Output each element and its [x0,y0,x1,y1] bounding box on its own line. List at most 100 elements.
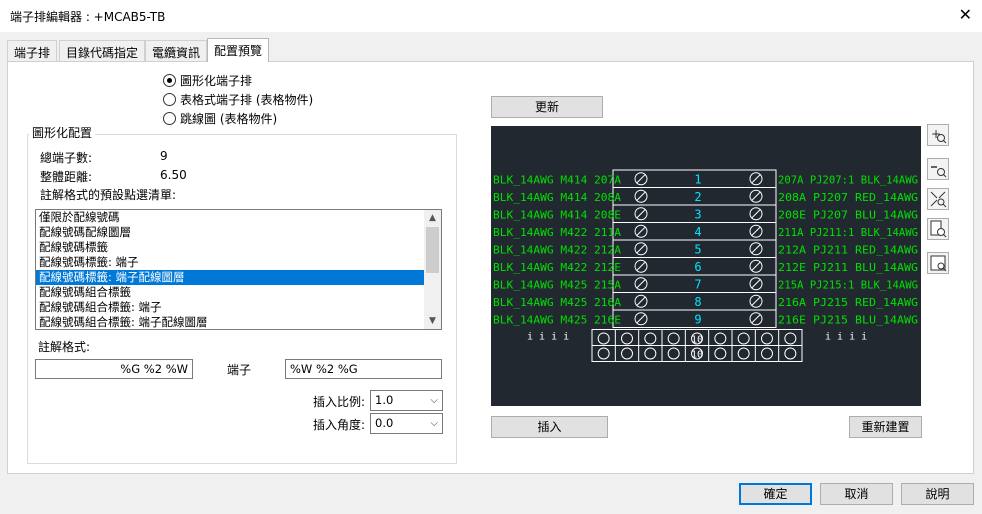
screw-slot [751,314,761,324]
radio-indicator[interactable] [163,73,176,87]
radio-tabular[interactable]: 表格式端子排 (表格物件) [163,90,313,108]
update-button[interactable]: 更新 [491,96,603,118]
side-view-screw [761,332,773,345]
list-item[interactable]: 配線號碼標籤 [36,240,424,255]
close-icon[interactable]: ✕ [959,5,972,24]
insert-scale-label: 插入比例: [313,395,366,409]
annotation-center-label: 端子 [226,363,251,377]
total-terminals-value: 9 [160,149,168,163]
terminal-number: 4 [694,225,701,239]
annotation-left-field[interactable]: %G %2 %W [35,359,193,379]
wire-label-left: BLK_14AWG M425 216E [493,313,621,326]
terminal-preview: 1 BLK_14AWG M414 207A 207A PJ207:1 BLK_14A… [491,126,921,406]
insert-scale-combo[interactable]: 1.0 ⌵ [370,390,443,411]
screw-slot [751,191,761,201]
zoom-out-icon[interactable] [927,158,949,180]
total-terminals-label: 總端子數: [40,151,93,165]
chevron-down-icon[interactable]: ⌵ [430,414,438,433]
wire-label-right: 215A PJ215:1 BLK_14AWG [778,278,918,291]
tab-cable-info[interactable]: 電纜資訊 [145,40,208,62]
insert-angle-combo[interactable]: 0.0 ⌵ [370,413,443,434]
chevron-down-icon[interactable]: ⌵ [430,391,438,410]
window-title: 端子排編輯器 : +MCAB5-TB [10,10,166,24]
terminal-number: 9 [694,312,701,326]
wire-label-left: BLK_14AWG M425 215A [493,278,621,291]
help-button[interactable]: 說明 [901,483,974,505]
list-item[interactable]: 配線號碼配線圖層 [36,225,424,240]
zoom-in-icon[interactable]: + [927,124,949,146]
screw-slot [636,191,646,201]
wire-label-right: 216A PJ215 RED_14AWG [778,296,918,309]
screw-slot [751,244,761,254]
wire-label-right: 208A PJ207 RED_14AWG [778,191,918,204]
screw-slot [636,209,646,219]
side-view-screw [667,332,680,345]
list-item[interactable]: 配線號碼組合標籤 [36,285,424,300]
insert-angle-value: 0.0 [375,416,394,430]
tab-layout-preview[interactable]: 配置預覽 [207,38,270,62]
radio-label: 圖形化端子排 [180,73,253,88]
list-item[interactable]: 配線號碼組合標籤: 端子 [36,300,424,315]
screw-slot [636,261,646,271]
zoom-window-icon[interactable] [927,218,949,240]
side-view-screw [714,332,727,345]
list-item[interactable]: 僅限於配線號碼 [36,210,424,225]
ok-button[interactable]: 確定 [739,483,812,505]
cancel-button[interactable]: 取消 [820,483,893,505]
radio-label: 表格式端子排 (表格物件) [180,92,314,107]
wire-label-left: BLK_14AWG M422 211A [493,226,621,239]
side-view-screw [761,347,773,360]
tab-catalog-assignment[interactable]: 目錄代碼指定 [59,40,146,62]
side-view-screw [597,347,610,360]
tab-strip: 端子排 目錄代碼指定 電纜資訊 配置預覽 [0,38,982,62]
wire-label-left: BLK_14AWG M422 212E [493,261,621,274]
radio-indicator[interactable] [163,92,176,106]
screw-slot [751,296,761,306]
wire-label-right: 216E PJ215 BLU_14AWG [778,313,918,326]
side-view-screw [644,347,657,360]
rebuild-button[interactable]: 重新建置 [849,416,922,438]
list-item-selected[interactable]: 配線號碼標籤: 端子配線圖層 [36,270,424,285]
preset-list-label: 註解格式的預設點選清單: [40,188,177,202]
wire-label-left: BLK_14AWG M414 208E [493,208,621,221]
side-view-screw [644,332,657,345]
side-view-number: 10 [691,350,703,361]
radio-indicator[interactable] [163,111,176,125]
radio-graphical[interactable]: 圖形化端子排 [163,71,252,89]
wire-label-right: 212E PJ211 BLU_14AWG [778,261,918,274]
overall-distance-label: 整體距離: [40,170,93,184]
screw-slot [751,261,761,271]
scroll-up-icon[interactable]: ▲ [424,210,441,226]
terminal-number: 5 [694,242,701,256]
list-scrollbar[interactable]: ▲ ▼ [424,210,441,329]
wire-label-right: 211A PJ211:1 BLK_14AWG [778,226,918,239]
list-item[interactable]: 配線號碼標籤: 端子 [36,255,424,270]
group-legend: 圖形化配置 [29,124,96,141]
radio-jumper-chart[interactable]: 跳線圖 (表格物件) [163,109,277,127]
screw-slot [636,174,646,184]
side-view-screw [784,347,797,360]
screw-slot [751,279,761,289]
side-view-screw [597,332,610,345]
list-item[interactable]: 配線號碼組合標籤: 端子配線圖層 [36,315,424,329]
wire-label-right: 208E PJ207 BLU_14AWG [778,208,918,221]
zoom-extents-icon[interactable] [927,188,949,210]
zoom-previous-icon[interactable] [927,252,949,274]
side-view-screw [621,332,633,345]
scroll-down-icon[interactable]: ▼ [424,313,441,329]
side-view-screw [737,332,750,345]
wire-label-left: BLK_14AWG M414 208A [493,191,621,204]
insert-button[interactable]: 插入 [491,416,608,438]
terminal-number: 1 [694,172,701,186]
scroll-thumb[interactable] [426,227,439,273]
insert-scale-value: 1.0 [375,393,394,407]
preset-listbox[interactable]: 僅限於配線號碼 配線號碼配線圖層 配線號碼標籤 配線號碼標籤: 端子 配線號碼標… [35,209,442,330]
side-view-number: 10 [691,334,703,345]
left-wire-ends: i i i i [527,332,569,343]
tab-terminal-strip[interactable]: 端子排 [7,40,58,62]
screw-slot [636,279,646,289]
screw-slot [751,209,761,219]
preview-drawing: 1 BLK_14AWG M414 207A 207A PJ207:1 BLK_14A… [493,169,918,362]
terminal-number: 3 [694,207,701,221]
annotation-right-field[interactable]: %W %2 %G [285,359,442,379]
